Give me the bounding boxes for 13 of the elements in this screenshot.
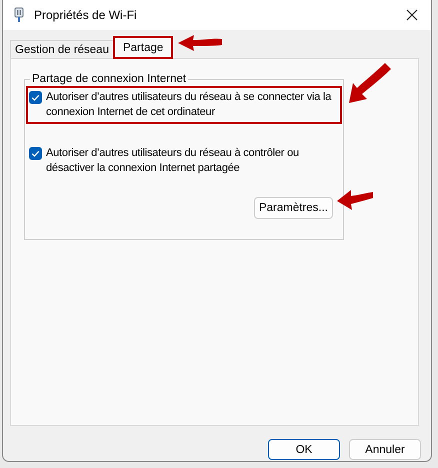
tab[interactable]: Gestion de réseau: [10, 40, 114, 58]
close-icon[interactable]: [406, 9, 418, 21]
checkbox-label: Autoriser d’autres utilisateurs du réseau à contrôler ou désactiver la connexion Internet partagée: [46, 146, 300, 176]
ok-button[interactable]: OK: [268, 439, 340, 460]
checkbox[interactable]: [29, 91, 42, 104]
checkbox[interactable]: [29, 147, 42, 160]
settings-button[interactable]: Paramètres...: [254, 197, 333, 219]
checkbox-label: Autoriser d’autres utilisateurs du réseau à se connecter via la connexion Internet de cet ordinateur: [46, 90, 332, 120]
tab[interactable]: Partage: [114, 37, 172, 58]
group-title: Partage de connexion Internet: [31, 73, 188, 85]
network-adapter-icon: [14, 7, 24, 23]
cancel-button[interactable]: Annuler: [349, 439, 421, 460]
window-title: Propriétés de Wi-Fi: [34, 8, 138, 22]
